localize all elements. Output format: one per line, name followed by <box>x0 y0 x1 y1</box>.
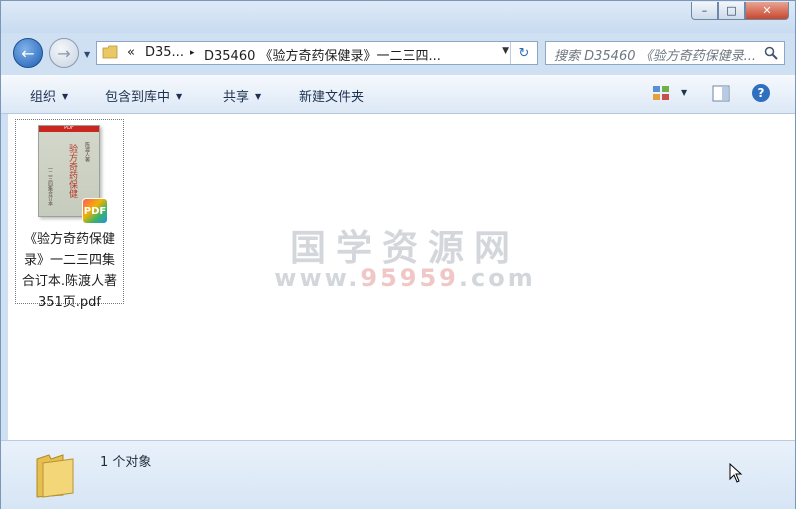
folder-icon <box>102 45 118 59</box>
view-options-dropdown-icon[interactable]: ▼ <box>681 88 687 97</box>
command-bar: 组织 ▼ 包含到库中 ▼ 共享 ▼ 新建文件夹 ▼ ? <box>1 75 795 114</box>
watermark-url-number: 95959 <box>360 264 459 292</box>
file-item-pdf[interactable]: PDF 验方奇药保健 陈渡人著 一二三四集合订本 PDF 《验方奇药保健 录》一… <box>15 119 124 310</box>
help-icon[interactable]: ? <box>752 84 770 102</box>
preview-pane-icon[interactable] <box>712 85 730 102</box>
breadcrumb-overflow[interactable]: « <box>127 45 135 60</box>
file-list-pane[interactable]: 国学资源网 www.95959.com PDF 验方奇药保健 陈渡人著 一二三四… <box>8 114 795 440</box>
forward-button[interactable]: → <box>49 38 79 68</box>
thumbnail-cover-author: 陈渡人著 <box>84 142 90 162</box>
back-button[interactable]: ← <box>13 38 43 68</box>
organize-menu[interactable]: 组织 ▼ <box>30 86 68 105</box>
watermark-url-suffix: .com <box>458 264 536 292</box>
include-in-library-menu[interactable]: 包含到库中 ▼ <box>105 86 182 105</box>
organize-label: 组织 <box>30 90 57 105</box>
file-name-line: 合订本.陈渡人著 <box>21 274 118 289</box>
folder-icon <box>36 454 74 498</box>
chevron-down-icon: ▼ <box>255 92 262 101</box>
file-name-line: 录》一二三四集 <box>23 253 115 268</box>
search-input[interactable]: 搜索 D35460 《验方奇药保健录... <box>554 45 756 64</box>
item-count: 1 个对象 <box>100 455 152 470</box>
search-icon[interactable] <box>764 46 778 60</box>
recent-pages-dropdown-icon[interactable]: ▼ <box>84 50 90 59</box>
new-folder-button[interactable]: 新建文件夹 <box>299 86 364 105</box>
refresh-button[interactable]: ↻ <box>510 42 537 64</box>
minimize-button[interactable]: – <box>691 2 718 20</box>
thumbnail-cover-side-text: 一二三四集合订本 <box>47 166 53 206</box>
navigation-bar: ← → ▼ « D35... ▸ D35460 《验方奇药保健录》一二三四...… <box>1 33 795 75</box>
breadcrumb-separator-icon[interactable]: ▸ <box>190 48 195 58</box>
file-name-line: 《验方奇药保健 <box>23 232 115 247</box>
file-name-label: 《验方奇药保健 录》一二三四集 合订本.陈渡人著 351页.pdf <box>16 229 123 313</box>
address-bar[interactable]: « D35... ▸ D35460 《验方奇药保健录》一二三四... ▼ ↻ <box>96 41 538 65</box>
explorer-window: – □ ✕ ← → ▼ « D35... ▸ D35460 《验方奇药保健录》一… <box>0 0 796 509</box>
breadcrumb-item-parent[interactable]: D35... <box>145 45 184 60</box>
file-name-line: 351页.pdf <box>37 295 102 310</box>
share-label: 共享 <box>223 90 250 105</box>
thumbnail-pdf-tag: PDF <box>64 125 74 131</box>
caption-buttons: – □ ✕ <box>691 2 789 20</box>
share-menu[interactable]: 共享 ▼ <box>223 86 261 105</box>
search-box[interactable]: 搜索 D35460 《验方奇药保健录... <box>545 41 785 65</box>
watermark-url-prefix: www. <box>274 264 361 292</box>
close-button[interactable]: ✕ <box>745 2 789 20</box>
mouse-cursor-icon <box>729 463 743 483</box>
breadcrumb-item-current[interactable]: D35460 《验方奇药保健录》一二三四... <box>204 45 441 64</box>
chevron-down-icon: ▼ <box>176 92 183 101</box>
watermark-url: www.95959.com <box>270 264 540 292</box>
details-pane: 1 个对象 <box>1 440 795 509</box>
maximize-button[interactable]: □ <box>718 2 745 20</box>
address-dropdown-icon[interactable]: ▼ <box>502 46 509 56</box>
pdf-app-icon: PDF <box>82 198 108 224</box>
change-view-icon[interactable] <box>652 85 670 101</box>
title-bar: – □ ✕ <box>1 1 795 33</box>
include-in-library-label: 包含到库中 <box>105 90 171 105</box>
thumbnail-cover-title: 验方奇药保健 <box>67 144 77 198</box>
chevron-down-icon: ▼ <box>62 92 69 101</box>
